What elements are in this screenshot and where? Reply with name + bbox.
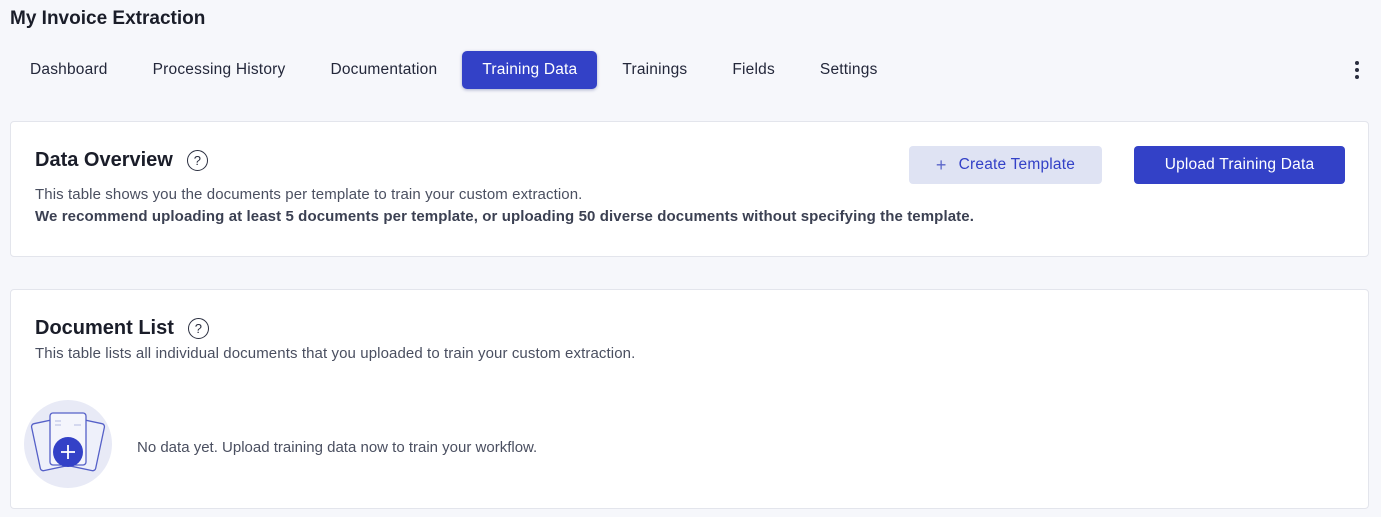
tab-dashboard[interactable]: Dashboard [10,51,128,89]
plus-icon: + [935,155,947,175]
document-list-title: Document List [35,317,174,339]
tab-trainings[interactable]: Trainings [602,51,707,89]
help-icon[interactable]: ? [187,318,209,339]
data-overview-description: This table shows you the documents per t… [35,186,583,203]
page-title: My Invoice Extraction [10,8,206,29]
tab-documentation[interactable]: Documentation [310,51,457,89]
data-overview-card: Data Overview ? This table shows you the… [10,121,1369,257]
tab-bar: Dashboard Processing History Documentati… [10,51,903,89]
upload-training-data-button[interactable]: Upload Training Data [1134,146,1345,184]
data-overview-heading: Data Overview ? [35,149,208,172]
empty-documents-icon [24,400,112,488]
tab-training-data[interactable]: Training Data [462,51,598,89]
document-list-description: This table lists all individual document… [35,345,636,362]
more-options-icon[interactable] [1347,58,1367,82]
tab-settings[interactable]: Settings [800,51,898,89]
create-template-button[interactable]: + Create Template [909,146,1102,184]
empty-state-message: No data yet. Upload training data now to… [137,439,538,456]
create-template-label: Create Template [958,156,1076,173]
data-overview-title: Data Overview [35,149,173,171]
tab-fields[interactable]: Fields [712,51,795,89]
data-overview-recommendation: We recommend uploading at least 5 docume… [35,208,974,225]
document-list-card: Document List ? This table lists all ind… [10,289,1369,509]
document-list-heading: Document List ? [35,317,209,340]
tab-processing-history[interactable]: Processing History [133,51,306,89]
help-icon[interactable]: ? [186,150,208,171]
